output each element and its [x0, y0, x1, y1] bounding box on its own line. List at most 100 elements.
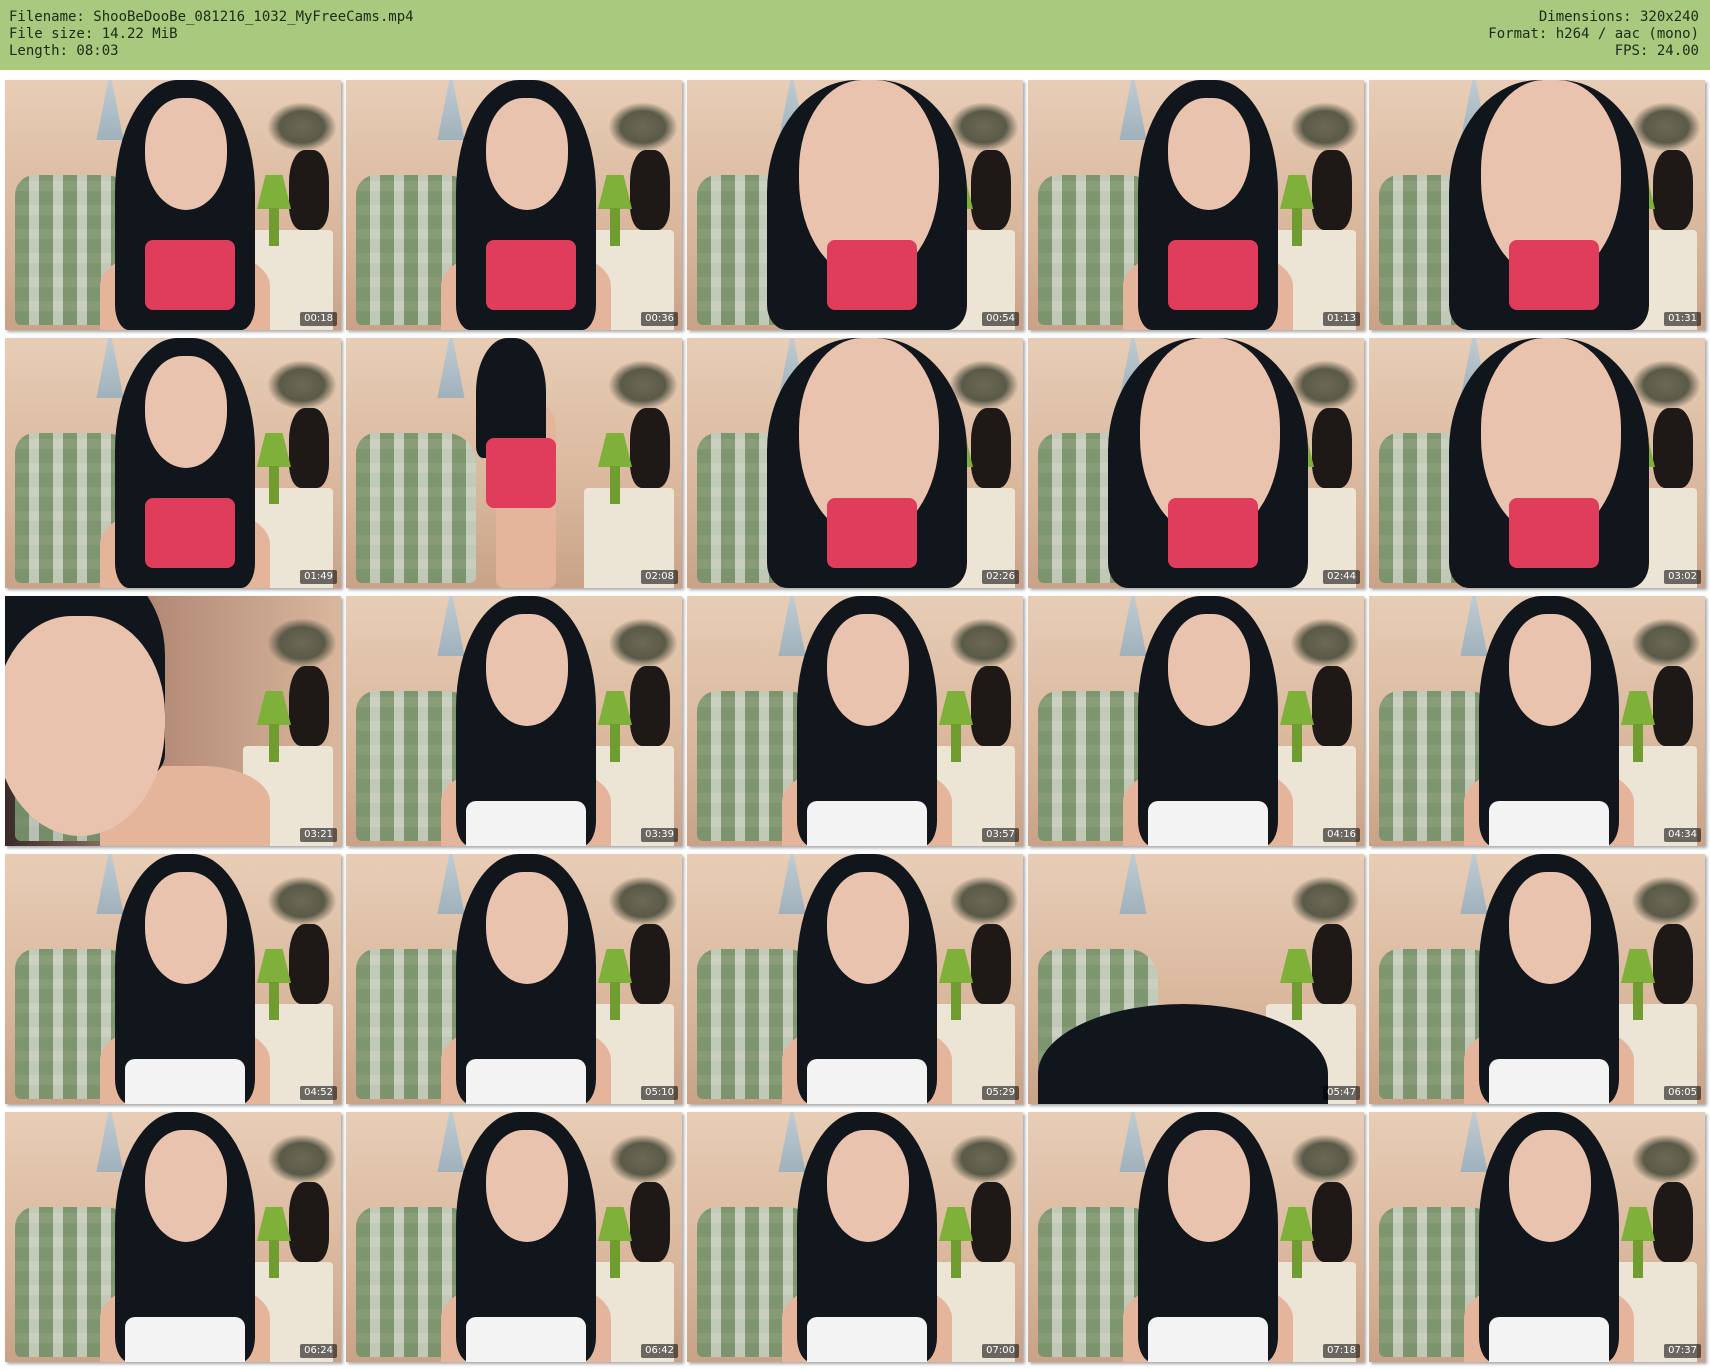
- person-face: [1168, 1130, 1250, 1242]
- green-lamp-base: [610, 466, 620, 504]
- frame-timestamp: 05:29: [982, 1086, 1019, 1100]
- frame-timestamp: 07:37: [1664, 1344, 1701, 1358]
- black-vase: [1653, 150, 1693, 230]
- green-lamp-base: [951, 1240, 961, 1278]
- lavender-plant: [1290, 102, 1360, 152]
- person-face: [1509, 1130, 1591, 1242]
- white-top: [1489, 801, 1609, 846]
- pink-top: [1509, 240, 1599, 310]
- lavender-plant: [608, 102, 678, 152]
- black-vase: [289, 1182, 329, 1262]
- frame-timestamp: 06:24: [300, 1344, 337, 1358]
- green-lamp-base: [269, 1240, 279, 1278]
- person-face: [1509, 872, 1591, 984]
- pink-top: [486, 438, 556, 508]
- format-text: Format: h264 / aac (mono): [1488, 26, 1699, 42]
- video-thumbnail[interactable]: 07:18: [1028, 1112, 1364, 1362]
- green-lamp-base: [1292, 208, 1302, 246]
- video-info-header: Filename: ShooBeDooBe_081216_1032_MyFree…: [0, 0, 1710, 70]
- pink-top: [827, 240, 917, 310]
- lavender-plant: [608, 618, 678, 668]
- green-lamp-base: [951, 724, 961, 762]
- video-thumbnail[interactable]: 05:47: [1028, 854, 1364, 1104]
- frame-timestamp: 03:39: [641, 828, 678, 842]
- video-thumbnail[interactable]: 06:24: [5, 1112, 341, 1362]
- frame-timestamp: 00:36: [641, 312, 678, 326]
- video-thumbnail[interactable]: 00:36: [346, 80, 682, 330]
- plaid-chair: [356, 433, 476, 583]
- lavender-plant: [1631, 1134, 1701, 1184]
- video-thumbnail[interactable]: 02:26: [687, 338, 1023, 588]
- length-text: Length: 08:03: [9, 43, 119, 59]
- video-thumbnail[interactable]: 01:13: [1028, 80, 1364, 330]
- video-thumbnail[interactable]: 06:05: [1369, 854, 1705, 1104]
- video-thumbnail[interactable]: 04:52: [5, 854, 341, 1104]
- video-thumbnail[interactable]: 00:18: [5, 80, 341, 330]
- person-face: [1509, 614, 1591, 726]
- dimensions-text: Dimensions: 320x240: [1538, 9, 1699, 25]
- black-vase: [630, 666, 670, 746]
- video-thumbnail[interactable]: 07:37: [1369, 1112, 1705, 1362]
- frame-timestamp: 07:00: [982, 1344, 1019, 1358]
- video-thumbnail[interactable]: 06:42: [346, 1112, 682, 1362]
- video-thumbnail[interactable]: 02:44: [1028, 338, 1364, 588]
- white-top: [1489, 1059, 1609, 1104]
- lavender-plant: [608, 876, 678, 926]
- person-face: [145, 98, 227, 210]
- lavender-plant: [1631, 102, 1701, 152]
- green-lamp-base: [610, 982, 620, 1020]
- video-thumbnail[interactable]: 01:49: [5, 338, 341, 588]
- pink-top: [1509, 498, 1599, 568]
- lavender-plant: [1631, 618, 1701, 668]
- video-thumbnail[interactable]: 00:54: [687, 80, 1023, 330]
- white-top: [1148, 801, 1268, 846]
- black-vase: [630, 408, 670, 488]
- green-lamp-base: [269, 208, 279, 246]
- green-lamp-base: [1292, 1240, 1302, 1278]
- video-thumbnail[interactable]: 03:39: [346, 596, 682, 846]
- pink-top: [827, 498, 917, 568]
- video-thumbnail[interactable]: 03:57: [687, 596, 1023, 846]
- filesize-text: File size: 14.22 MiB: [9, 26, 178, 42]
- frame-timestamp: 04:34: [1664, 828, 1701, 842]
- black-vase: [289, 924, 329, 1004]
- fps-text: FPS: 24.00: [1614, 43, 1699, 59]
- video-thumbnail[interactable]: 05:29: [687, 854, 1023, 1104]
- video-thumbnail[interactable]: 04:16: [1028, 596, 1364, 846]
- lavender-plant: [1290, 1134, 1360, 1184]
- white-top: [807, 1059, 927, 1104]
- white-top: [125, 1317, 245, 1362]
- video-thumbnail[interactable]: 05:10: [346, 854, 682, 1104]
- black-vase: [971, 408, 1011, 488]
- lavender-plant: [1290, 360, 1360, 410]
- green-lamp-base: [1633, 1240, 1643, 1278]
- video-thumbnail[interactable]: 01:31: [1369, 80, 1705, 330]
- white-top: [807, 1317, 927, 1362]
- black-vase: [630, 1182, 670, 1262]
- lavender-plant: [267, 876, 337, 926]
- green-lamp-base: [610, 208, 620, 246]
- person-face: [145, 1130, 227, 1242]
- frame-timestamp: 00:18: [300, 312, 337, 326]
- lavender-plant: [267, 1134, 337, 1184]
- lavender-plant: [267, 618, 337, 668]
- video-info-right: Dimensions: 320x240 Format: h264 / aac (…: [1488, 9, 1699, 60]
- green-lamp-base: [1292, 724, 1302, 762]
- lavender-plant: [608, 360, 678, 410]
- video-thumbnail[interactable]: 03:02: [1369, 338, 1705, 588]
- video-thumbnail[interactable]: 04:34: [1369, 596, 1705, 846]
- frame-timestamp: 03:57: [982, 828, 1019, 842]
- black-vase: [1653, 1182, 1693, 1262]
- video-thumbnail[interactable]: 03:21: [5, 596, 341, 846]
- person-face: [145, 872, 227, 984]
- green-lamp-base: [610, 724, 620, 762]
- green-lamp-base: [1633, 724, 1643, 762]
- person-face: [1168, 98, 1250, 210]
- person-face: [827, 1130, 909, 1242]
- frame-timestamp: 00:54: [982, 312, 1019, 326]
- video-thumbnail[interactable]: 07:00: [687, 1112, 1023, 1362]
- black-vase: [630, 924, 670, 1004]
- black-vase: [289, 150, 329, 230]
- video-thumbnail[interactable]: 02:08: [346, 338, 682, 588]
- black-vase: [1312, 408, 1352, 488]
